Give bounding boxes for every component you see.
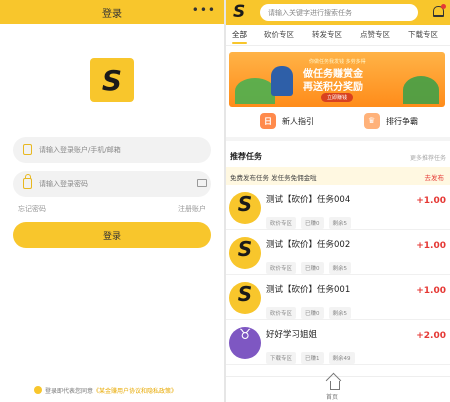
- leaderboard-link[interactable]: 排行争霸: [386, 116, 418, 127]
- task-tag: 已赚0: [301, 217, 324, 229]
- phone-icon: [23, 144, 32, 155]
- task-avatar: S: [229, 237, 261, 269]
- task-tag: 下载专区: [266, 352, 297, 364]
- task-tag: 剩余5: [328, 262, 352, 274]
- task-title: 好好学习姐姐: [266, 330, 318, 340]
- banner-button[interactable]: 立即赚钱: [321, 93, 354, 102]
- bull-icon: ♉: [238, 327, 252, 343]
- agree-check-icon[interactable]: [34, 386, 42, 394]
- task-title: 测试【砍价】任务004: [266, 195, 351, 205]
- newbie-guide-link[interactable]: 新人指引: [282, 116, 314, 127]
- login-header: 登录 •••: [0, 0, 224, 24]
- task-item[interactable]: S 测试【砍价】任务004 砍价专区 已赚0 剩余5 +1.00: [226, 186, 450, 230]
- agree-text: 登录即代表您同意: [45, 388, 94, 395]
- login-title: 登录: [102, 9, 122, 20]
- app-logo: S: [90, 58, 134, 102]
- home-icon[interactable]: [330, 381, 340, 390]
- category-tabs: 全部 砍价专区 转发专区 点赞专区 下载专区: [226, 29, 450, 44]
- task-tag: 砍价专区: [266, 262, 297, 274]
- task-reward: +1.00: [416, 286, 446, 296]
- nav-home-label[interactable]: 首页: [326, 392, 338, 401]
- task-item[interactable]: S 测试【砍价】任务001 砍价专区 已赚0 剩余5 +1.00: [226, 276, 450, 320]
- home-screen: S 请输入关键字进行搜索任务 全部 砍价专区 转发专区 点赞专区 下载专区 你做…: [226, 0, 450, 402]
- app-logo-s-icon: S: [101, 63, 123, 97]
- promo-banner[interactable]: 你做任务我发钱 多劳多得 做任务赚赏金 再送积分奖励 立即赚钱: [229, 52, 445, 107]
- task-tag: 剩余5: [328, 307, 352, 319]
- tab-like[interactable]: 点赞专区: [360, 29, 390, 40]
- rank-icon[interactable]: ♛: [364, 113, 380, 129]
- screenshot-root: 登录 ••• S 请输入登录账户/手机/邮箱 请输入登录密码 忘记密码 注册账户…: [0, 0, 450, 402]
- tab-all[interactable]: 全部: [232, 29, 247, 40]
- account-field[interactable]: 请输入登录账户/手机/邮箱: [13, 137, 211, 163]
- notice-bar: 免费发布任务 发任务免佣金啦 去发布: [226, 167, 450, 185]
- register-link[interactable]: 注册账户: [178, 204, 206, 214]
- guide-icon[interactable]: 日: [260, 113, 276, 129]
- leaf-decoration: [235, 78, 275, 104]
- task-tag: 已赚1: [301, 352, 324, 364]
- login-screen: 登录 ••• S 请输入登录账户/手机/邮箱 请输入登录密码 忘记密码 注册账户…: [0, 0, 224, 402]
- password-placeholder: 请输入登录密码: [39, 180, 88, 188]
- task-avatar: S: [229, 192, 261, 224]
- task-tag: 已赚0: [301, 307, 324, 319]
- task-tag: 砍价专区: [266, 217, 297, 229]
- task-tag: 剩余5: [328, 217, 352, 229]
- task-tag: 剩余49: [328, 352, 355, 364]
- task-reward: +1.00: [416, 241, 446, 251]
- tabs-divider: [226, 45, 450, 46]
- search-input[interactable]: 请输入关键字进行搜索任务: [260, 4, 418, 21]
- section-spacer: [226, 137, 450, 141]
- task-title: 测试【砍价】任务001: [266, 285, 351, 295]
- task-avatar-s-icon: S: [237, 192, 253, 216]
- password-field[interactable]: 请输入登录密码: [13, 171, 211, 197]
- tab-bargain[interactable]: 砍价专区: [264, 29, 294, 40]
- bottom-nav: 首页: [226, 376, 450, 402]
- keyboard-icon[interactable]: [197, 179, 207, 187]
- tab-download[interactable]: 下载专区: [408, 29, 438, 40]
- more-tasks-link[interactable]: 更多推荐任务: [410, 153, 446, 162]
- notice-text: 免费发布任务 发任务免佣金啦: [230, 174, 317, 182]
- task-title: 测试【砍价】任务002: [266, 240, 351, 250]
- task-tag: 砍价专区: [266, 307, 297, 319]
- tab-active-indicator: [232, 42, 247, 44]
- task-item[interactable]: S 测试【砍价】任务002 砍价专区 已赚0 剩余5 +1.00: [226, 231, 450, 275]
- leaf-decoration: [403, 76, 439, 104]
- publish-link[interactable]: 去发布: [425, 172, 445, 182]
- task-avatar-s-icon: S: [237, 282, 253, 306]
- task-avatar: S: [229, 282, 261, 314]
- home-header: S 请输入关键字进行搜索任务: [226, 0, 450, 25]
- recommended-title: 推荐任务: [230, 152, 262, 161]
- task-tag: 已赚0: [301, 262, 324, 274]
- agreement-link[interactable]: 《某金赚用户协议和隐私政策》: [93, 388, 177, 395]
- task-reward: +2.00: [416, 331, 446, 341]
- account-placeholder: 请输入登录账户/手机/邮箱: [39, 146, 121, 154]
- task-avatar-s-icon: S: [237, 237, 253, 261]
- forgot-password-link[interactable]: 忘记密码: [18, 205, 46, 213]
- task-tags: 砍价专区 已赚0 剩余5: [266, 210, 356, 229]
- banner-subtext: 你做任务我发钱 多劳多得: [309, 59, 366, 65]
- home-logo-s-icon: S: [233, 2, 246, 22]
- task-item[interactable]: ♉ 好好学习姐姐 下载专区 已赚1 剩余49 +2.00: [226, 321, 450, 365]
- person-illustration: [271, 66, 293, 96]
- task-tags: 下载专区 已赚1 剩余49: [266, 345, 360, 364]
- login-links: 忘记密码 注册账户: [18, 204, 206, 214]
- task-reward: +1.00: [416, 196, 446, 206]
- banner-headline-2: 再送积分奖励: [303, 82, 363, 93]
- agreement: 登录即代表您同意《某金赚用户协议和隐私政策》: [34, 386, 177, 395]
- more-icon[interactable]: •••: [192, 3, 216, 17]
- tab-forward[interactable]: 转发专区: [312, 29, 342, 40]
- task-tags: 砍价专区 已赚0 剩余5: [266, 300, 356, 319]
- task-tags: 砍价专区 已赚0 剩余5: [266, 255, 356, 274]
- task-avatar: ♉: [229, 327, 261, 359]
- login-button[interactable]: 登录: [13, 222, 211, 248]
- lock-icon: [23, 174, 32, 189]
- notification-dot: [441, 4, 446, 9]
